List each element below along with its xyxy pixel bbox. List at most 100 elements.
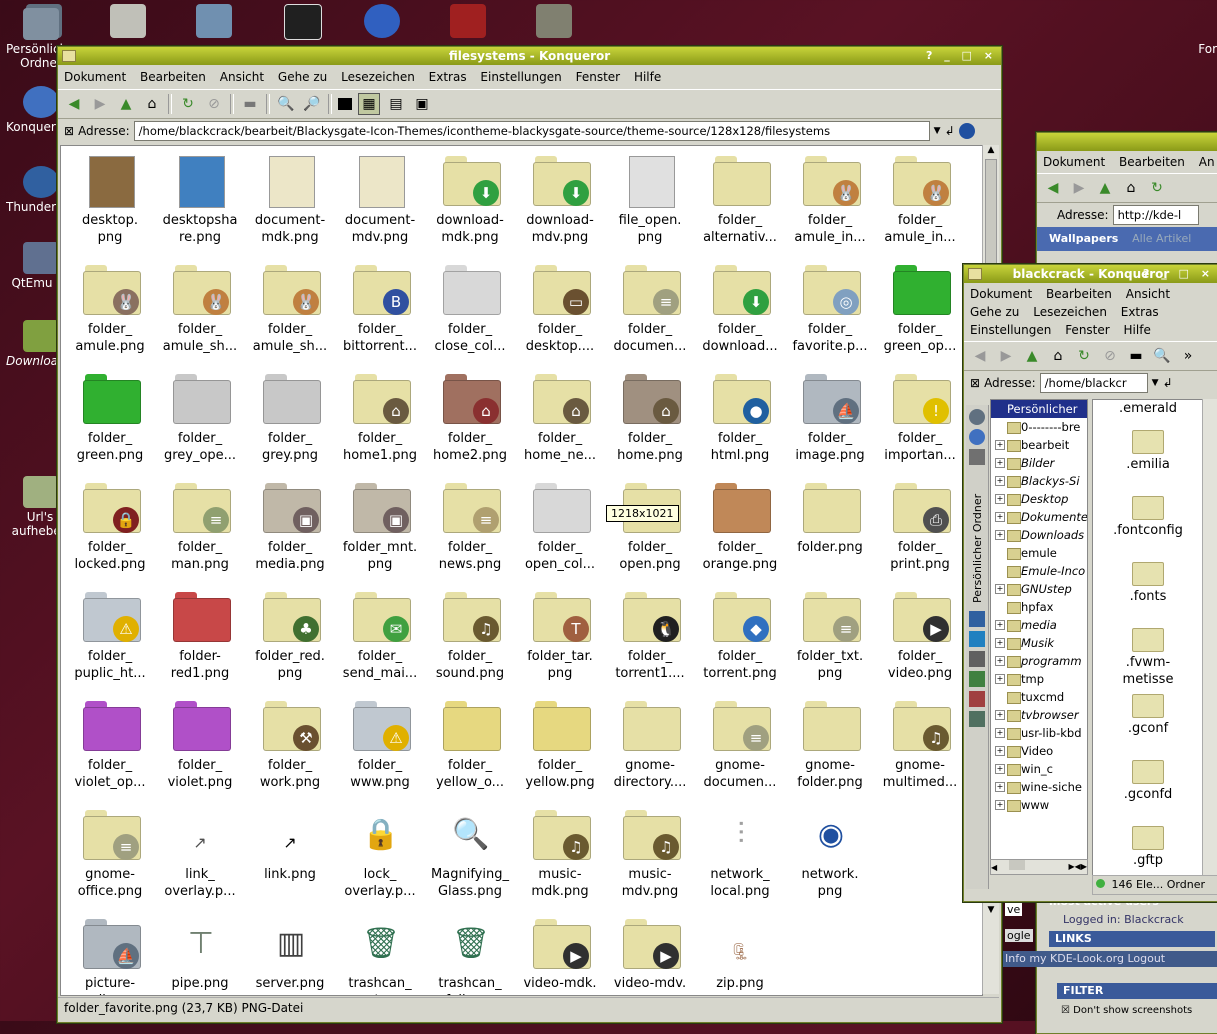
tree-hscroll[interactable]: ◀ ▶◀▶ xyxy=(990,859,1088,875)
menu-item[interactable]: Hilfe xyxy=(1124,323,1151,337)
sidebar-tab-icon[interactable] xyxy=(969,429,985,445)
main-window-titlebar[interactable]: filesystems - Konqueror ? _ □ × xyxy=(58,47,1001,65)
file-item[interactable]: ▣ folder_mnt. png xyxy=(335,479,425,573)
expand-icon[interactable] xyxy=(995,692,1003,700)
menu-item[interactable]: Lesezeichen xyxy=(1033,305,1107,319)
file-item[interactable]: folder_ violet.png xyxy=(155,697,245,791)
file-item[interactable]: ≡ gnome- documen... xyxy=(695,697,785,791)
file-item[interactable]: ↗ link_ overlay.p... xyxy=(155,806,245,900)
file-item[interactable]: 🗑 trashcan_ full.png xyxy=(425,915,515,995)
tree-item[interactable]: + programm xyxy=(991,652,1087,670)
stop-icon[interactable]: ⊘ xyxy=(1100,346,1120,366)
wallpapers-tab[interactable]: Wallpapers Alle Artikel xyxy=(1037,227,1217,251)
address-input[interactable]: /home/blackcr xyxy=(1039,373,1148,393)
file-item[interactable]: 🐧 folder_ torrent1.... xyxy=(605,588,695,682)
file-item[interactable]: desktop. png xyxy=(65,152,155,246)
tree-root[interactable]: Persönlicher xyxy=(991,400,1087,418)
file-item[interactable]: ⌂ folder_ home2.png xyxy=(425,370,515,464)
expand-icon[interactable] xyxy=(995,566,1003,574)
desktop-top-icon[interactable] xyxy=(450,4,486,38)
tree-item[interactable]: + Desktop xyxy=(991,490,1087,508)
tree-item[interactable]: emule xyxy=(991,544,1087,562)
print-icon[interactable]: ▬ xyxy=(240,94,260,114)
file-item[interactable]: .emilia xyxy=(1093,430,1203,490)
file-item[interactable]: ♫ music- mdv.png xyxy=(605,806,695,900)
file-item[interactable]: folder_ open.png xyxy=(605,479,695,573)
expand-icon[interactable]: + xyxy=(995,710,1005,720)
tree-item[interactable]: + tmp xyxy=(991,670,1087,688)
file-item[interactable]: folder_ open_col... xyxy=(515,479,605,573)
expand-icon[interactable]: + xyxy=(995,764,1005,774)
file-item[interactable]: ✉ folder_ send_mai... xyxy=(335,588,425,682)
file-item[interactable]: ◆ folder_ torrent.png xyxy=(695,588,785,682)
file-item[interactable]: desktopsha re.png xyxy=(155,152,245,246)
file-item[interactable]: folder_ grey.png xyxy=(245,370,335,464)
sidebar-tab-icon[interactable] xyxy=(969,449,985,465)
file-item[interactable]: folder- red1.png xyxy=(155,588,245,682)
menu-item-extras[interactable]: Extras xyxy=(429,70,467,84)
expand-icon[interactable]: + xyxy=(995,530,1005,540)
file-item[interactable]: Tfolder_tar. png xyxy=(515,588,605,682)
links-row[interactable]: Info my KDE-Look.org Logout xyxy=(1001,951,1217,967)
tree-item[interactable]: tuxcmd xyxy=(991,688,1087,706)
file-item[interactable]: ▣ folder_ media.png xyxy=(245,479,335,573)
file-item[interactable]: ⛵ picture- mdk.png xyxy=(65,915,155,995)
file-item[interactable]: .fonts xyxy=(1093,562,1203,622)
desktop-top-icon[interactable] xyxy=(284,4,322,40)
tree-item[interactable]: + Dokumente xyxy=(991,508,1087,526)
file-item[interactable]: ♫ gnome- multimed... xyxy=(875,697,965,791)
tree-item[interactable]: + Musik xyxy=(991,634,1087,652)
file-item[interactable]: 🐰 folder_ amule_sh... xyxy=(155,261,245,355)
menu-item-fenster[interactable]: Fenster xyxy=(576,70,621,84)
up-arrow-icon[interactable]: ▲ xyxy=(1022,346,1042,366)
tree-item[interactable]: + GNUstep xyxy=(991,580,1087,598)
file-item[interactable]: ♫ folder_ sound.png xyxy=(425,588,515,682)
window-buttons[interactable]: ? _ □ × xyxy=(926,47,997,65)
up-arrow-icon[interactable]: ▲ xyxy=(116,94,136,114)
file-item[interactable]: ⚠ folder_ puplic_ht... xyxy=(65,588,155,682)
file-item[interactable]: ♫ music- mdk.png xyxy=(515,806,605,900)
file-item[interactable]: ⬇ download- mdv.png xyxy=(515,152,605,246)
address-dropdown-icon[interactable]: ▼ xyxy=(1152,378,1159,388)
tree-item[interactable]: + www xyxy=(991,796,1087,814)
expand-icon[interactable]: + xyxy=(995,674,1005,684)
file-item[interactable]: ⫶ network_ local.png xyxy=(695,806,785,900)
file-item[interactable]: folder_ violet_op... xyxy=(65,697,155,791)
file-item[interactable]: ≡ folder_ man.png xyxy=(155,479,245,573)
back-arrow-icon[interactable]: ◀ xyxy=(64,94,84,114)
expand-icon[interactable] xyxy=(995,422,1003,430)
side-konqueror-window[interactable]: blackcrack - Konqueror ? _ □ × Dokument … xyxy=(963,264,1217,902)
address-dropdown-icon[interactable]: ▼ xyxy=(934,126,941,136)
file-item[interactable]: file_open. png xyxy=(605,152,695,246)
sidebar-tab-icon[interactable] xyxy=(969,409,985,425)
file-item[interactable]: ⛵ folder_ image.png xyxy=(785,370,875,464)
file-item[interactable]: ⬇ folder_ download... xyxy=(695,261,785,355)
menu-item[interactable]: An xyxy=(1199,155,1215,169)
expand-icon[interactable]: + xyxy=(995,728,1005,738)
expand-icon[interactable]: + xyxy=(995,782,1005,792)
more-icon[interactable]: » xyxy=(1178,346,1198,366)
file-item[interactable]: folder_ orange.png xyxy=(695,479,785,573)
tree-item[interactable]: + tvbrowser xyxy=(991,706,1087,724)
side-vertical-scrollbar[interactable] xyxy=(1202,399,1217,875)
file-item[interactable]: folder.png xyxy=(785,479,875,556)
forward-arrow-icon[interactable]: ▶ xyxy=(1069,178,1089,198)
file-item[interactable]: .gconf xyxy=(1093,694,1203,754)
file-item[interactable]: ⌂ folder_ home1.png xyxy=(335,370,425,464)
expand-icon[interactable]: + xyxy=(995,494,1005,504)
tree-item[interactable]: + media xyxy=(991,616,1087,634)
expand-icon[interactable] xyxy=(995,602,1003,610)
file-item[interactable]: 🐰 folder_ amule_in... xyxy=(875,152,965,246)
menu-item-bearbeiten[interactable]: Bearbeiten xyxy=(140,70,206,84)
tree-item[interactable]: + bearbeit xyxy=(991,436,1087,454)
sidebar-tab-icon[interactable] xyxy=(969,611,985,627)
file-item[interactable]: folder_ yellow_o... xyxy=(425,697,515,791)
desktop-top-icon[interactable] xyxy=(364,4,400,38)
tree-item[interactable]: + Video xyxy=(991,742,1087,760)
folder-tree[interactable]: Persönlicher 0--------bre + bearbeit + Bilde… xyxy=(990,399,1088,861)
file-item[interactable]: ! folder_ importan... xyxy=(875,370,965,464)
menu-item[interactable]: Fenster xyxy=(1065,323,1110,337)
menu-item[interactable]: Bearbeiten xyxy=(1119,155,1185,169)
expand-icon[interactable]: + xyxy=(995,440,1005,450)
address-input[interactable]: /home/blackcrack/bearbeit/Blackysgate-Ic… xyxy=(133,121,930,141)
